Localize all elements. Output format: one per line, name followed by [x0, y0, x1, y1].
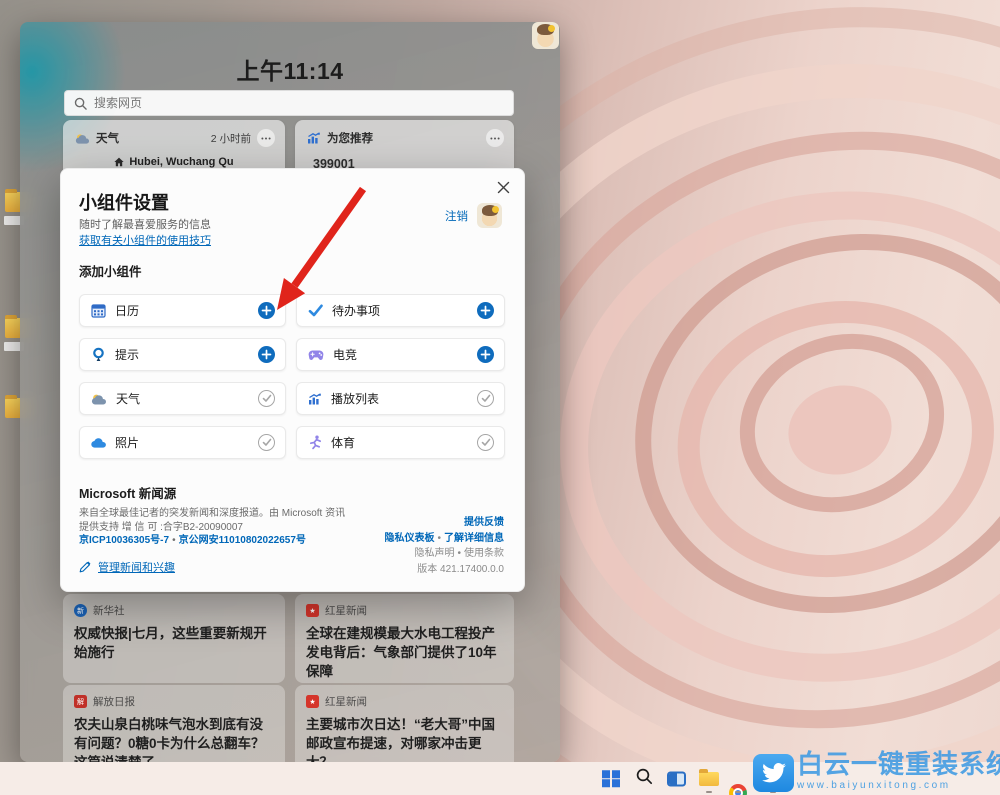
- dialog-title: 小组件设置: [79, 189, 169, 215]
- widget-label: 照片: [115, 434, 139, 451]
- news-source: 新华社: [93, 603, 125, 618]
- recommended-more-menu-icon[interactable]: [486, 129, 504, 147]
- screen: 上午11:14 天气 2 小时前: [0, 0, 1000, 795]
- news-source: 红星新闻: [325, 694, 367, 709]
- redstar-logo-icon: ★: [306, 695, 319, 708]
- pencil-icon: [79, 561, 91, 573]
- news-headline: 权威快报|七月，这些重要新规开始施行: [74, 624, 274, 662]
- weather-more-menu-icon[interactable]: [257, 129, 275, 147]
- widget-tips-link[interactable]: 获取有关小组件的使用技巧: [79, 232, 211, 248]
- news-source: 解放日报: [93, 694, 135, 709]
- widget-row-esports[interactable]: 电竞: [296, 338, 505, 371]
- added-check-icon[interactable]: [258, 390, 275, 407]
- weather-updated-time: 2 小时前: [211, 131, 251, 146]
- gongan-link[interactable]: 京公网安11010802022657号: [179, 535, 306, 546]
- calendar-icon: [91, 303, 106, 318]
- widget-label: 体育: [331, 434, 355, 451]
- weather-cloud-icon: [91, 393, 107, 405]
- sign-out-link[interactable]: 注销: [445, 208, 468, 224]
- tips-balloon-icon: [91, 347, 106, 362]
- account-avatar[interactable]: [477, 203, 502, 228]
- news-card[interactable]: ★ 红星新闻 主要城市次日达！“老大哥”中国邮政宣布提速，对哪家冲击更大？: [295, 685, 514, 762]
- recommended-widget-title: 为您推荐: [327, 130, 373, 146]
- widget-label: 日历: [115, 302, 139, 319]
- widget-row-todo[interactable]: 待办事项: [296, 294, 505, 327]
- news-headline: 农夫山泉白桃味气泡水到底有没有问题？0糖0卡为什么总翻车？这篇说清楚了: [74, 715, 274, 762]
- xinhua-logo-icon: 新: [74, 604, 87, 617]
- close-icon[interactable]: [492, 176, 514, 198]
- news-card[interactable]: ★ 红星新闻 全球在建规模最大水电工程投产发电背后：气象部门提供了10年保障: [295, 594, 514, 683]
- add-widgets-section-label: 添加小组件: [79, 261, 142, 280]
- running-app-indicator: [735, 791, 741, 794]
- version-label: 版本 421.17400.0.0: [417, 564, 504, 575]
- twitter-bird-icon: [761, 760, 787, 786]
- watermark-title: 白云一键重装系统: [797, 744, 1000, 781]
- privacy-statement-link[interactable]: 隐私声明: [414, 548, 454, 559]
- photos-cloud-icon: [91, 438, 106, 448]
- widget-row-calendar[interactable]: 日历: [79, 294, 286, 327]
- redstar-logo-icon: ★: [306, 604, 319, 617]
- icp-link[interactable]: 京ICP10036305号-7: [79, 535, 169, 546]
- todo-check-icon: [308, 304, 323, 317]
- twitter-app-icon[interactable]: [753, 754, 794, 792]
- site-watermark: 白云一键重装系统 www.baiyunxitong.com: [797, 744, 1000, 791]
- trend-chart-icon: [307, 132, 321, 144]
- news-source-description: 来自全球最佳记者的突发新闻和深度报道。由 Microsoft 资讯: [79, 504, 345, 519]
- news-source: 红星新闻: [325, 603, 367, 618]
- home-location-icon: [114, 157, 124, 167]
- chrome-icon[interactable]: [729, 784, 747, 795]
- runner-icon: [308, 435, 322, 450]
- widget-row-sports[interactable]: 体育: [296, 426, 505, 459]
- add-widget-icon[interactable]: [258, 302, 275, 319]
- news-card[interactable]: 解 解放日报 农夫山泉白桃味气泡水到底有没有问题？0糖0卡为什么总翻车？这篇说清…: [63, 685, 285, 762]
- ms-news-source-title: Microsoft 新闻源: [79, 483, 176, 502]
- widget-row-weather[interactable]: 天气: [79, 382, 286, 415]
- watermark-url: www.baiyunxitong.com: [797, 780, 1000, 791]
- privacy-dashboard-link[interactable]: 隐私仪表板: [384, 533, 434, 544]
- add-widget-icon[interactable]: [477, 346, 494, 363]
- news-headline: 全球在建规模最大水电工程投产发电背后：气象部门提供了10年保障: [306, 624, 503, 681]
- user-avatar[interactable]: [532, 22, 559, 49]
- news-card[interactable]: 新 新华社 权威快报|七月，这些重要新规开始施行: [63, 594, 285, 683]
- weather-widget-title: 天气: [96, 130, 119, 146]
- start-button[interactable]: [602, 770, 620, 788]
- panel-clock: 上午11:14: [20, 52, 560, 86]
- widget-grid: 日历 待办事项 提示: [79, 294, 505, 459]
- widget-row-playlist[interactable]: 播放列表: [296, 382, 505, 415]
- widget-label: 待办事项: [332, 302, 380, 319]
- learn-more-link[interactable]: 了解详细信息: [444, 533, 504, 544]
- widget-label: 播放列表: [331, 390, 379, 407]
- weather-location: Hubei, Wuchang Qu: [129, 156, 233, 168]
- added-check-icon[interactable]: [477, 434, 494, 451]
- gamepad-icon: [308, 349, 324, 361]
- add-widget-icon[interactable]: [477, 302, 494, 319]
- web-search-bar[interactable]: [64, 90, 514, 116]
- widget-label: 提示: [115, 346, 139, 363]
- file-explorer-icon[interactable]: [699, 772, 719, 786]
- manage-news-interests-link[interactable]: 管理新闻和兴趣: [79, 559, 175, 575]
- weather-cloud-icon: [75, 133, 90, 144]
- playlist-chart-icon: [308, 393, 322, 405]
- widget-row-tips[interactable]: 提示: [79, 338, 286, 371]
- running-app-indicator: [706, 791, 712, 794]
- search-input[interactable]: [94, 96, 504, 110]
- dialog-footer-links: 提供反馈 隐私仪表板•了解详细信息 隐私声明•使用条款 版本 421.17400…: [384, 515, 504, 577]
- dialog-subtitle: 随时了解最喜爱服务的信息: [79, 216, 211, 232]
- news-headline: 主要城市次日达！“老大哥”中国邮政宣布提速，对哪家冲击更大？: [306, 715, 503, 762]
- terms-link[interactable]: 使用条款: [464, 548, 504, 559]
- added-check-icon[interactable]: [477, 390, 494, 407]
- widget-label: 电竞: [333, 346, 357, 363]
- jiefang-daily-logo-icon: 解: [74, 695, 87, 708]
- feedback-link[interactable]: 提供反馈: [464, 517, 504, 528]
- task-view-icon[interactable]: [667, 771, 686, 786]
- avatar-flower: [492, 206, 499, 213]
- widget-label: 天气: [116, 390, 140, 407]
- widget-row-photos[interactable]: 照片: [79, 426, 286, 459]
- taskbar-search-icon[interactable]: [636, 768, 653, 790]
- widget-settings-dialog: 小组件设置 随时了解最喜爱服务的信息 获取有关小组件的使用技巧 注销 添加小组件…: [60, 168, 525, 592]
- search-icon: [74, 97, 87, 110]
- avatar-flower: [548, 25, 555, 32]
- added-check-icon[interactable]: [258, 434, 275, 451]
- add-widget-icon[interactable]: [258, 346, 275, 363]
